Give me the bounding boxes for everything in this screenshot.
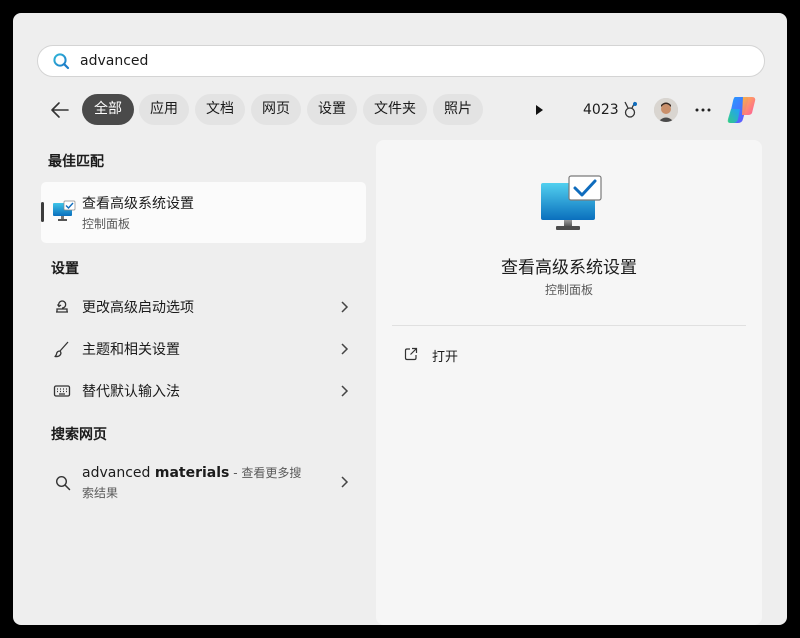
- divider: [392, 325, 746, 326]
- filter-chip-folders[interactable]: 文件夹: [363, 94, 427, 125]
- search-icon: [53, 53, 70, 70]
- preview-pane: 查看高级系统设置 控制面板 打开: [376, 140, 762, 625]
- filter-chip-documents[interactable]: 文档: [195, 94, 245, 125]
- search-input[interactable]: [80, 50, 740, 72]
- keyboard-icon: [53, 385, 71, 397]
- rewards-points-value: 4023: [583, 102, 619, 118]
- search-box[interactable]: [37, 45, 765, 77]
- selection-indicator: [41, 202, 44, 222]
- filter-chip-all[interactable]: 全部: [82, 94, 134, 125]
- web-search-suggestion: materials: [154, 465, 230, 481]
- settings-item-label: 替代默认输入法: [82, 384, 180, 400]
- medal-icon: [624, 101, 637, 118]
- open-external-icon: [404, 347, 418, 361]
- open-action-label: 打开: [432, 350, 459, 365]
- web-search-heading: 搜索网页: [51, 427, 107, 443]
- chevron-right-icon: [341, 343, 349, 355]
- chevron-right-icon: [341, 476, 349, 488]
- best-match-card[interactable]: 查看高级系统设置 控制面板: [41, 182, 366, 243]
- web-search-text: advanced materials - 查看更多搜索结果: [82, 463, 312, 503]
- back-arrow-icon[interactable]: [49, 99, 71, 121]
- filter-chip-apps[interactable]: 应用: [139, 94, 189, 125]
- copilot-icon[interactable]: [726, 95, 758, 125]
- more-icon: [695, 108, 711, 112]
- play-icon[interactable]: [531, 102, 547, 118]
- settings-item-label: 主题和相关设置: [82, 342, 180, 358]
- settings-item-advanced-startup[interactable]: 更改高级启动选项: [41, 287, 366, 327]
- web-search-query: advanced: [82, 465, 155, 481]
- recovery-icon: [56, 300, 68, 313]
- web-search-result[interactable]: advanced materials - 查看更多搜索结果: [41, 460, 366, 504]
- chevron-right-icon: [341, 385, 349, 397]
- preview-title: 查看高级系统设置: [501, 258, 637, 278]
- best-match-subtitle: 控制面板: [82, 217, 131, 231]
- best-match-title: 查看高级系统设置: [82, 196, 194, 212]
- search-flyout: 全部 应用 文档 网页 设置 文件夹 照片 4023: [13, 13, 787, 625]
- filter-chip-web[interactable]: 网页: [251, 94, 301, 125]
- rewards-points[interactable]: 4023: [583, 100, 638, 120]
- system-monitor-icon: [541, 175, 602, 230]
- filter-chip-settings[interactable]: 设置: [307, 94, 357, 125]
- settings-heading: 设置: [51, 261, 79, 277]
- brush-icon: [54, 341, 69, 358]
- open-action[interactable]: 打开: [392, 341, 746, 369]
- more-options-button[interactable]: [692, 99, 714, 121]
- chevron-right-icon: [341, 301, 349, 313]
- best-match-heading: 最佳匹配: [48, 154, 104, 170]
- preview-subtitle: 控制面板: [544, 283, 593, 297]
- search-icon: [55, 475, 71, 491]
- settings-item-input-method[interactable]: 替代默认输入法: [41, 371, 366, 411]
- settings-item-themes[interactable]: 主题和相关设置: [41, 329, 366, 369]
- filter-chip-photos[interactable]: 照片: [433, 94, 483, 125]
- user-avatar-icon: [654, 98, 678, 122]
- settings-item-label: 更改高级启动选项: [82, 300, 194, 316]
- system-monitor-icon: [53, 200, 76, 221]
- avatar[interactable]: [654, 98, 678, 122]
